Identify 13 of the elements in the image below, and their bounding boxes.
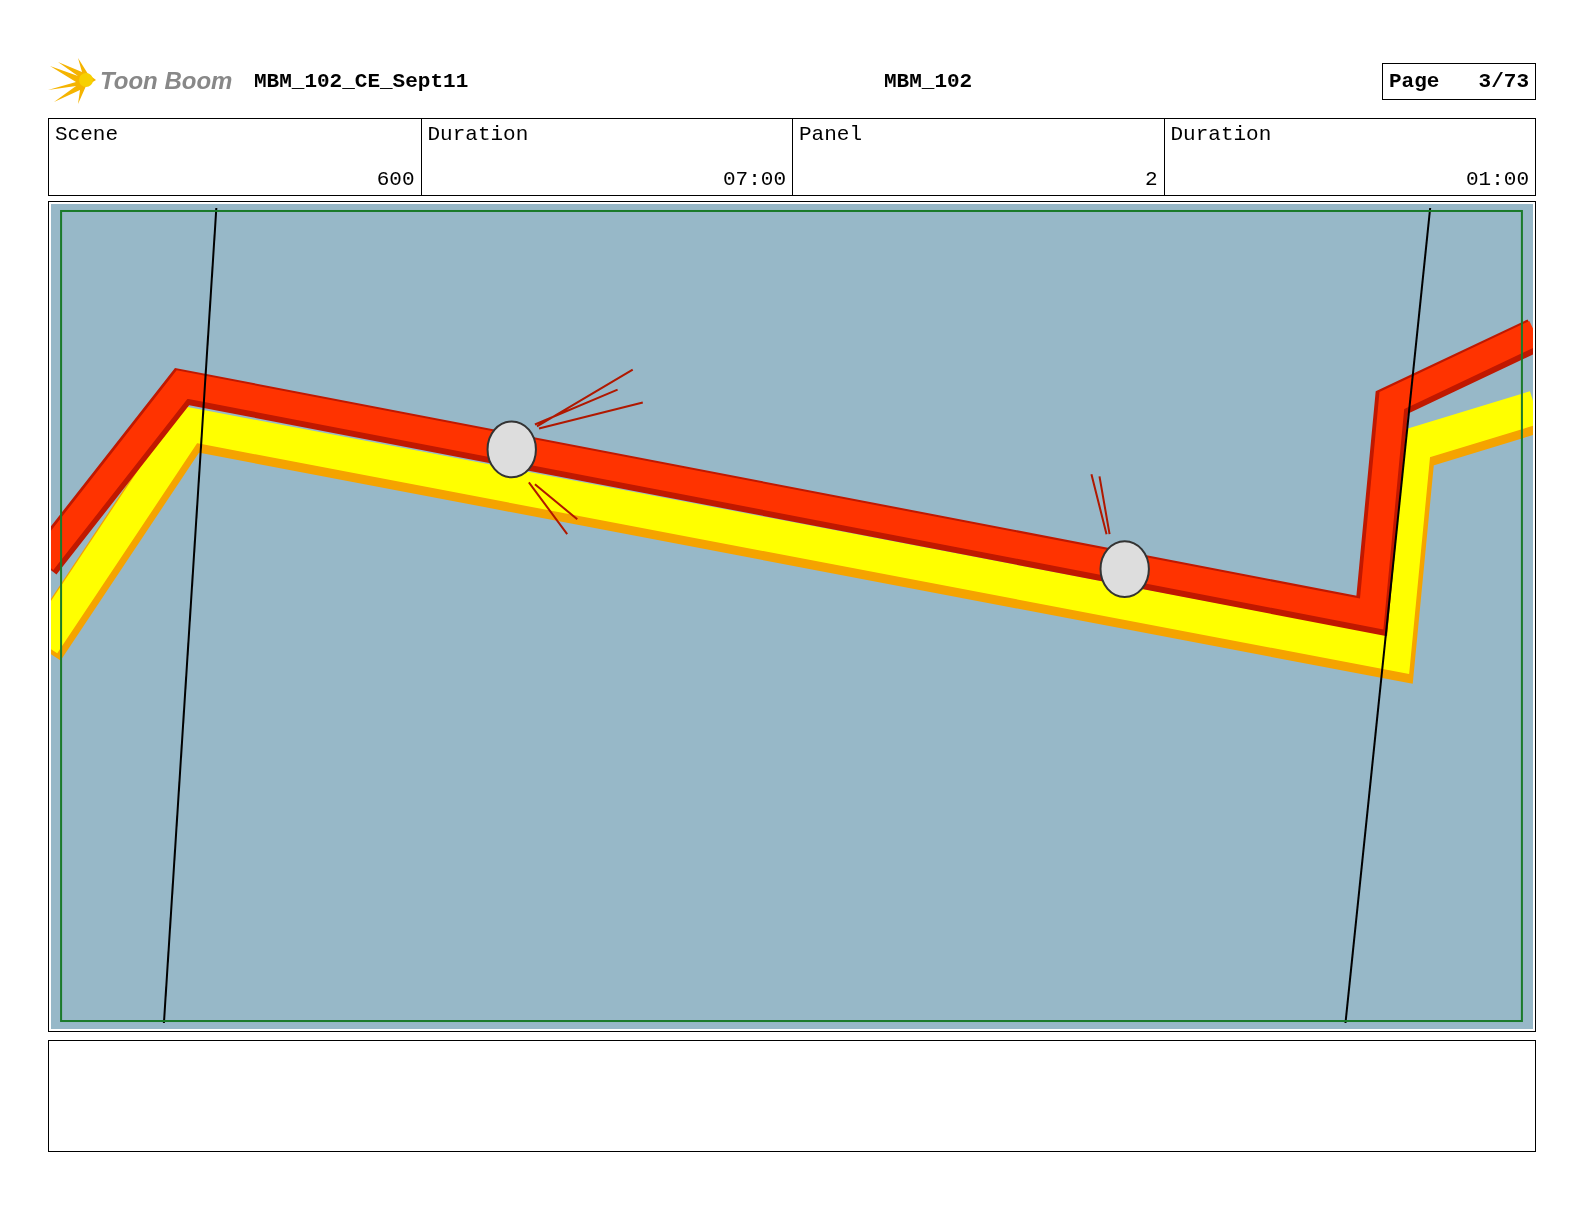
field-label: Duration — [427, 123, 530, 146]
field-value: 01:00 — [1465, 168, 1529, 191]
storyboard-title: MBM_102_CE_Sept11 — [254, 69, 470, 93]
page-counter: Page 3/73 — [1382, 62, 1536, 100]
logo-text: Toon Boom — [100, 67, 233, 95]
starburst-logo-icon — [48, 56, 98, 106]
field-label: Scene — [55, 123, 119, 146]
field-label: Panel — [799, 123, 863, 146]
field-value: 600 — [375, 168, 415, 191]
field-value: 2 — [1143, 168, 1158, 191]
project-name: MBM_102 — [883, 69, 974, 93]
field-label: Duration — [1170, 123, 1273, 146]
field-value: 07:00 — [722, 168, 786, 191]
